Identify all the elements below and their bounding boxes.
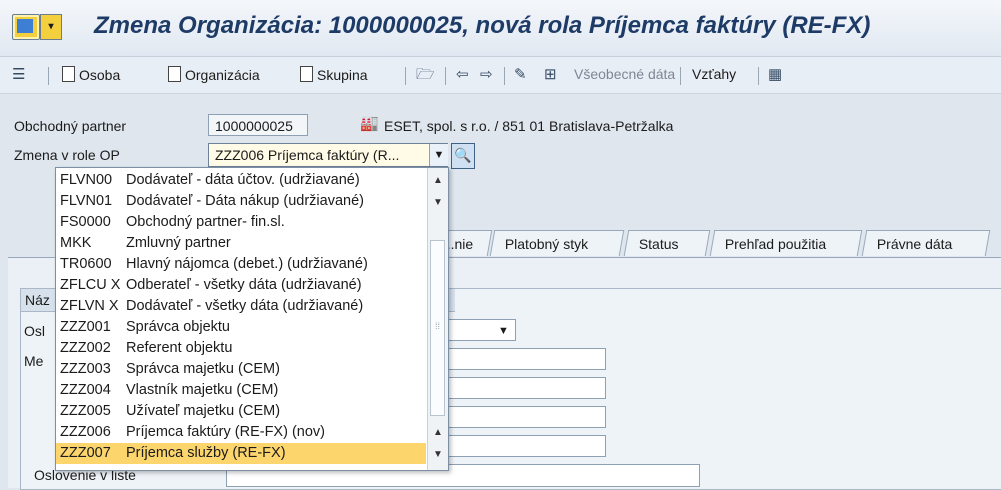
scroll-up-icon[interactable]: ▲ [431,426,445,440]
list-item[interactable]: MKK Zmluvný partner [56,233,426,254]
name-field-1[interactable] [440,348,606,370]
document-icon [62,66,75,82]
tab-pravne-data[interactable]: Právne dáta [861,230,991,256]
oslovenie-label: Osl [24,323,45,339]
list-item[interactable]: FS0000 Obchodný partner- fin.sl. [56,212,426,233]
list-item[interactable]: ZZZ003 Správca majetku (CEM) [56,359,426,380]
screen-menu-button[interactable]: ▾ [40,14,62,40]
scroll-down-icon[interactable]: ▼ [431,448,445,462]
role-combobox[interactable]: ZZZ006 Príjemca faktúry (R... [208,143,448,167]
skupina-button[interactable]: Skupina [300,66,368,83]
osoba-button[interactable]: Osoba [62,66,120,83]
organization-icon: 🏭 [360,115,379,132]
hierarchy-icon[interactable]: ⊞ [544,67,557,83]
arrow-right-icon[interactable]: ⇨ [480,67,493,83]
list-item[interactable]: ZFLVN X Dodávateľ - všetky dáta (udržiava… [56,296,426,317]
edit-display-icon[interactable]: ✎ [514,67,527,83]
search-icon[interactable]: 🔍 [451,143,475,169]
list-icon[interactable]: ☰ [12,67,25,83]
meno-label: Me [24,353,44,369]
tab-status[interactable]: Status [623,230,711,256]
folder-open-icon[interactable]: 🗁 [416,67,435,83]
list-item[interactable]: ZZZ005 Užívateľ majetku (CEM) [56,401,426,422]
role-label: Zmena v role OP [14,147,120,163]
title-bar: ▾ Zmena Organizácia: 1000000025, nová ro… [0,0,1001,57]
name-field-4[interactable] [440,435,606,457]
application-toolbar: ☰ Osoba Organizácia Skupina 🗁 ⇦ ⇨ ✎ ⊞ Vš… [0,57,1001,94]
organizacia-button[interactable]: Organizácia [168,66,260,83]
vseobecne-data-button[interactable]: Všeobecné dáta [574,66,675,82]
list-item[interactable]: ZZZ002 Referent objektu [56,338,426,359]
chevron-down-icon[interactable]: ▼ [498,325,509,337]
list-item[interactable]: ZZZ001 Správca objektu [56,317,426,338]
arrow-left-icon[interactable]: ⇦ [456,67,469,83]
partner-label: Obchodný partner [14,118,127,134]
scroll-down-icon[interactable]: ▼ [431,196,445,210]
tab-prehlad-pouzitia[interactable]: Prehľad použitia [709,230,863,256]
tab-platobny-styk[interactable]: Platobný styk [489,230,625,256]
list-item-selected[interactable]: ZZZ007 Príjemca služby (RE-FX) [56,443,426,464]
settings-icon[interactable]: ▦ [768,67,782,83]
scroll-up-icon[interactable]: ▲ [431,174,445,188]
name-field-2[interactable] [440,377,606,399]
list-item[interactable]: TR0600 Hlavný nájomca (debet.) (udržiavan… [56,254,426,275]
document-icon [300,66,313,82]
vztahy-button[interactable]: Vzťahy [692,66,736,82]
window-title: Zmena Organizácia: 1000000025, nová rola… [94,12,871,39]
list-item[interactable]: ZZZ004 Vlastník majetku (CEM) [56,380,426,401]
document-icon [168,66,181,82]
list-item[interactable]: ZFLCU X Odberateľ - všetky dáta (udržiava… [56,275,426,296]
partner-description: ESET, spol. s r.o. / 851 01 Bratislava-P… [384,118,674,134]
scroll-thumb[interactable]: ⁞⁞ [430,240,445,416]
dropdown-scrollbar[interactable]: ▲ ▼ ⁞⁞ ▲ ▼ [427,168,448,470]
sap-screen-icon[interactable] [12,14,40,40]
list-item[interactable]: FLVN00 Dodávateľ - dáta účtov. (udržiavan… [56,170,426,191]
list-item[interactable]: ZZZ006 Príjemca faktúry (RE-FX) (nov) [56,422,426,443]
grip-icon: ⁞⁞ [435,321,441,331]
chevron-down-icon[interactable]: ▼ [429,144,448,166]
name-field-3[interactable] [440,406,606,428]
role-dropdown-list[interactable]: FLVN00 Dodávateľ - dáta účtov. (udržiavan… [55,167,449,471]
list-item[interactable]: FLVN01 Dodávateľ - Dáta nákup (udržiavané… [56,191,426,212]
partner-field[interactable]: 1000000025 [208,114,308,136]
